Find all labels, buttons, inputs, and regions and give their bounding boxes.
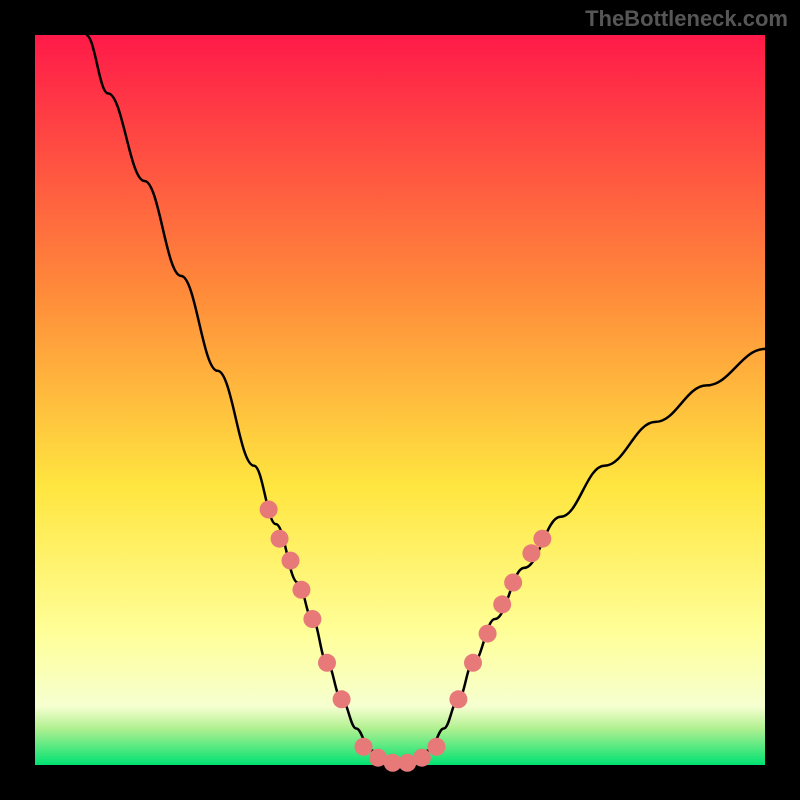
data-marker — [504, 574, 522, 592]
data-marker — [333, 690, 351, 708]
data-marker — [282, 552, 300, 570]
data-marker — [428, 738, 446, 756]
data-marker — [260, 501, 278, 519]
data-marker — [271, 530, 289, 548]
data-marker — [522, 544, 540, 562]
data-marker — [303, 610, 321, 628]
data-marker — [533, 530, 551, 548]
data-marker — [479, 625, 497, 643]
plot-background — [35, 35, 765, 765]
watermark-text: TheBottleneck.com — [585, 6, 788, 32]
data-marker — [493, 595, 511, 613]
data-marker — [449, 690, 467, 708]
data-marker — [464, 654, 482, 672]
data-marker — [355, 738, 373, 756]
data-marker — [413, 749, 431, 767]
chart-svg — [0, 0, 800, 800]
data-marker — [318, 654, 336, 672]
bottleneck-chart: TheBottleneck.com — [0, 0, 800, 800]
data-marker — [292, 581, 310, 599]
